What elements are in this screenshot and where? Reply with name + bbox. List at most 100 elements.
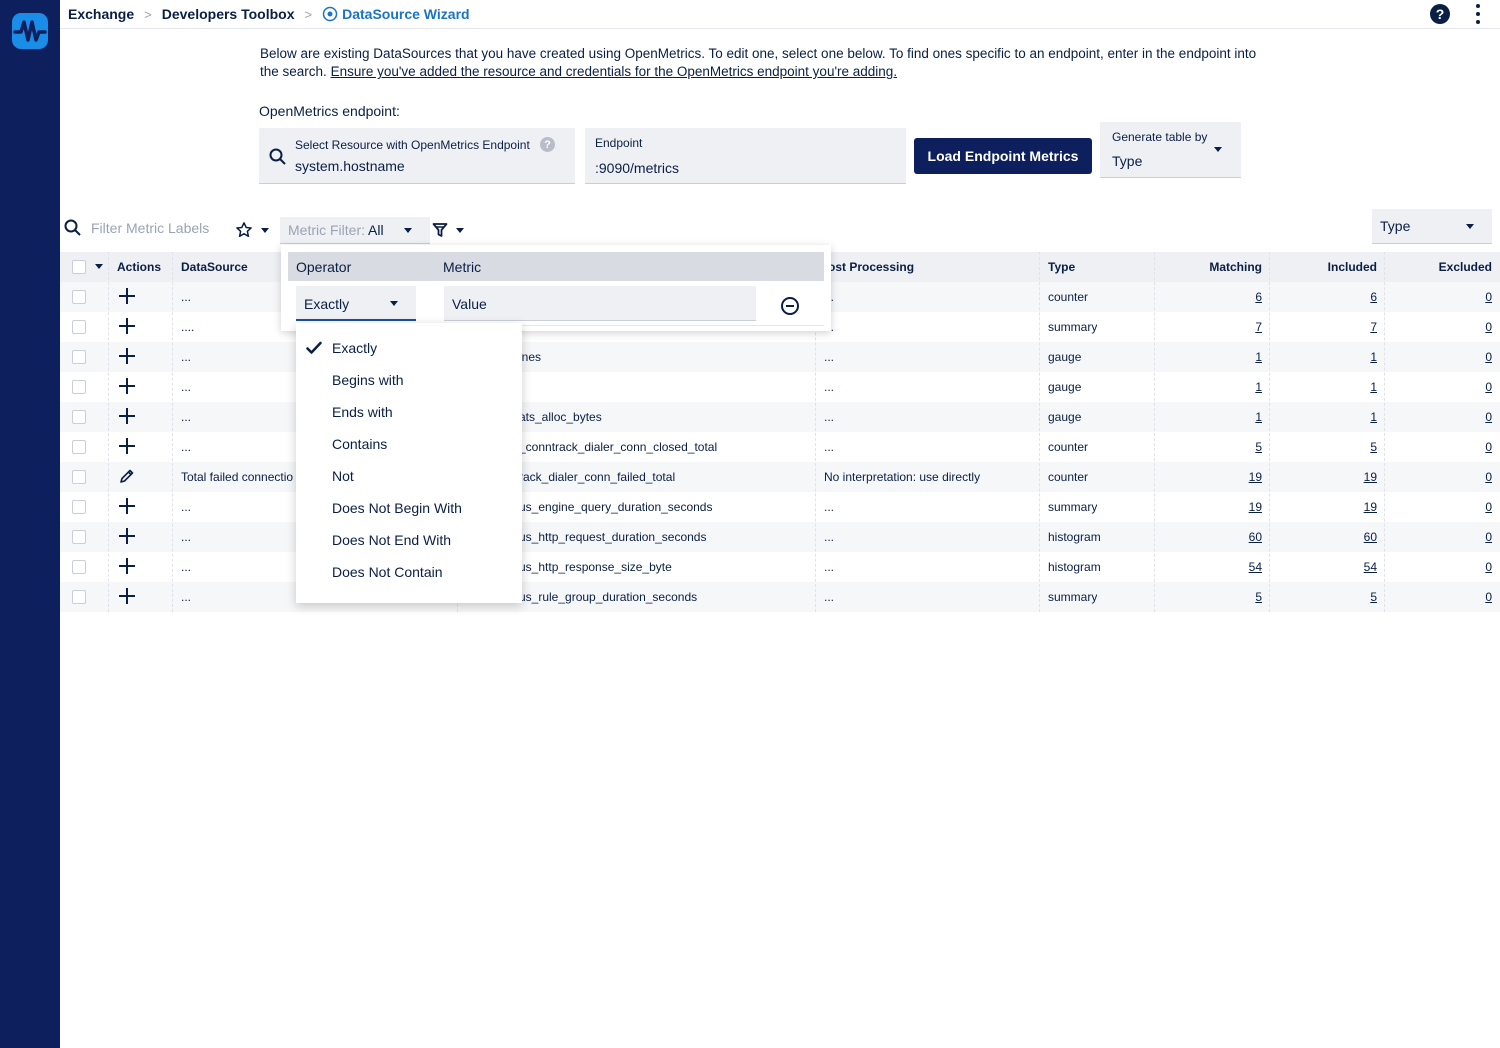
cell-excluded-link[interactable]: 0 (1392, 440, 1492, 454)
header-type[interactable]: Type (1048, 260, 1075, 274)
header-included[interactable]: Included (1277, 260, 1377, 274)
intro-link[interactable]: Ensure you've added the resource and cre… (331, 64, 898, 79)
cell-excluded-link[interactable]: 0 (1392, 320, 1492, 334)
cell-matching-link[interactable]: 60 (1162, 530, 1262, 544)
filter-options-dropdown[interactable] (432, 222, 464, 238)
table-row[interactable]: ... ats_alloc_bytes... gauge 1 1 0 (60, 402, 1500, 432)
add-icon[interactable] (119, 348, 135, 364)
filter-metric-labels-search[interactable]: Filter Metric Labels (64, 219, 209, 236)
cell-excluded-link[interactable]: 0 (1392, 500, 1492, 514)
pencil-icon[interactable] (119, 468, 135, 484)
row-checkbox[interactable] (72, 380, 86, 394)
cell-excluded-link[interactable]: 0 (1392, 290, 1492, 304)
table-row[interactable]: ... us_engine_query_duration_seconds... su… (60, 492, 1500, 522)
row-checkbox[interactable] (72, 590, 86, 604)
help-icon[interactable]: ? (1430, 4, 1450, 24)
app-logo-icon[interactable] (12, 13, 48, 49)
operator-option[interactable]: Does Not Contain (332, 564, 443, 580)
cell-included-link[interactable]: 19 (1277, 500, 1377, 514)
header-post-processing[interactable]: ost Processing (828, 260, 914, 274)
metric-filter-select[interactable]: Metric Filter: All (280, 217, 430, 244)
cell-included-link[interactable]: 5 (1277, 590, 1377, 604)
remove-filter-icon[interactable] (781, 297, 799, 315)
breadcrumb-developers-toolbox[interactable]: Developers Toolbox (162, 6, 295, 22)
metric-value-input[interactable]: Value (444, 286, 756, 321)
add-icon[interactable] (119, 558, 135, 574)
cell-matching-link[interactable]: 54 (1162, 560, 1262, 574)
add-icon[interactable] (119, 438, 135, 454)
cell-excluded-link[interactable]: 0 (1392, 380, 1492, 394)
add-icon[interactable] (119, 588, 135, 604)
cell-matching-link[interactable]: 1 (1162, 380, 1262, 394)
cell-included-link[interactable]: 54 (1277, 560, 1377, 574)
header-datasource[interactable]: DataSource (181, 260, 248, 274)
cell-excluded-link[interactable]: 0 (1392, 590, 1492, 604)
cell-matching-link[interactable]: 5 (1162, 440, 1262, 454)
operator-option[interactable]: Ends with (332, 404, 393, 420)
add-icon[interactable] (119, 318, 135, 334)
cell-included-link[interactable]: 1 (1277, 380, 1377, 394)
operator-option[interactable]: Does Not End With (332, 532, 451, 548)
cell-matching-link[interactable]: 7 (1162, 320, 1262, 334)
cell-included-link[interactable]: 7 (1277, 320, 1377, 334)
cell-excluded-link[interactable]: 0 (1392, 470, 1492, 484)
row-checkbox[interactable] (72, 350, 86, 364)
row-checkbox[interactable] (72, 410, 86, 424)
table-row[interactable]: ... us_rule_group_duration_seconds... summ… (60, 582, 1500, 612)
row-checkbox[interactable] (72, 320, 86, 334)
operator-option[interactable]: Contains (332, 436, 387, 452)
cell-matching-link[interactable]: 19 (1162, 500, 1262, 514)
row-checkbox[interactable] (72, 560, 86, 574)
add-icon[interactable] (119, 378, 135, 394)
add-icon[interactable] (119, 288, 135, 304)
cell-included-link[interactable]: 19 (1277, 470, 1377, 484)
header-matching[interactable]: Matching (1162, 260, 1262, 274)
breadcrumb-exchange[interactable]: Exchange (68, 6, 134, 22)
favorites-dropdown[interactable] (235, 221, 269, 239)
more-options-icon[interactable] (1472, 3, 1484, 25)
cell-excluded-link[interactable]: 0 (1392, 560, 1492, 574)
type-select[interactable]: Type (1372, 209, 1492, 244)
operator-select[interactable]: Exactly (296, 286, 416, 321)
cell-matching-link[interactable]: 5 (1162, 590, 1262, 604)
operator-option[interactable]: Exactly (332, 340, 377, 356)
add-icon[interactable] (119, 528, 135, 544)
table-row[interactable]: ...... gauge 1 1 0 (60, 372, 1500, 402)
table-row[interactable]: ... us_http_response_size_byte... histogra… (60, 552, 1500, 582)
cell-included-link[interactable]: 5 (1277, 440, 1377, 454)
table-row[interactable]: Total failed connectio rack_dialer_conn_f… (60, 462, 1500, 492)
cell-matching-link[interactable]: 6 (1162, 290, 1262, 304)
row-checkbox[interactable] (72, 470, 86, 484)
add-icon[interactable] (119, 408, 135, 424)
table-row[interactable]: ... us_http_request_duration_seconds... hi… (60, 522, 1500, 552)
add-icon[interactable] (119, 498, 135, 514)
cell-matching-link[interactable]: 19 (1162, 470, 1262, 484)
operator-option[interactable]: Not (332, 468, 354, 484)
cell-included-link[interactable]: 1 (1277, 350, 1377, 364)
operator-option[interactable]: Does Not Begin With (332, 500, 462, 516)
cell-matching-link[interactable]: 1 (1162, 350, 1262, 364)
cell-included-link[interactable]: 60 (1277, 530, 1377, 544)
cell-included-link[interactable]: 1 (1277, 410, 1377, 424)
resource-select-field[interactable]: Select Resource with OpenMetrics Endpoin… (259, 128, 575, 184)
type-select-value: Type (1380, 218, 1411, 234)
endpoint-field[interactable]: Endpoint :9090/metrics (585, 128, 906, 184)
row-checkbox[interactable] (72, 290, 86, 304)
row-checkbox[interactable] (72, 500, 86, 514)
operator-option[interactable]: Begins with (332, 372, 404, 388)
info-icon[interactable]: ? (540, 137, 555, 152)
table-row[interactable]: ... _conntrack_dialer_conn_closed_total..… (60, 432, 1500, 462)
cell-excluded-link[interactable]: 0 (1392, 530, 1492, 544)
cell-excluded-link[interactable]: 0 (1392, 410, 1492, 424)
generate-table-select[interactable]: Generate table by Type (1100, 122, 1241, 178)
cell-excluded-link[interactable]: 0 (1392, 350, 1492, 364)
row-checkbox[interactable] (72, 440, 86, 454)
cell-matching-link[interactable]: 1 (1162, 410, 1262, 424)
load-endpoint-metrics-button[interactable]: Load Endpoint Metrics (914, 138, 1092, 174)
table-row[interactable]: ... ines... gauge 1 1 0 (60, 342, 1500, 372)
select-all-checkbox[interactable] (72, 260, 86, 274)
chevron-down-icon[interactable] (95, 264, 103, 269)
row-checkbox[interactable] (72, 530, 86, 544)
header-excluded[interactable]: Excluded (1392, 260, 1492, 274)
cell-included-link[interactable]: 6 (1277, 290, 1377, 304)
